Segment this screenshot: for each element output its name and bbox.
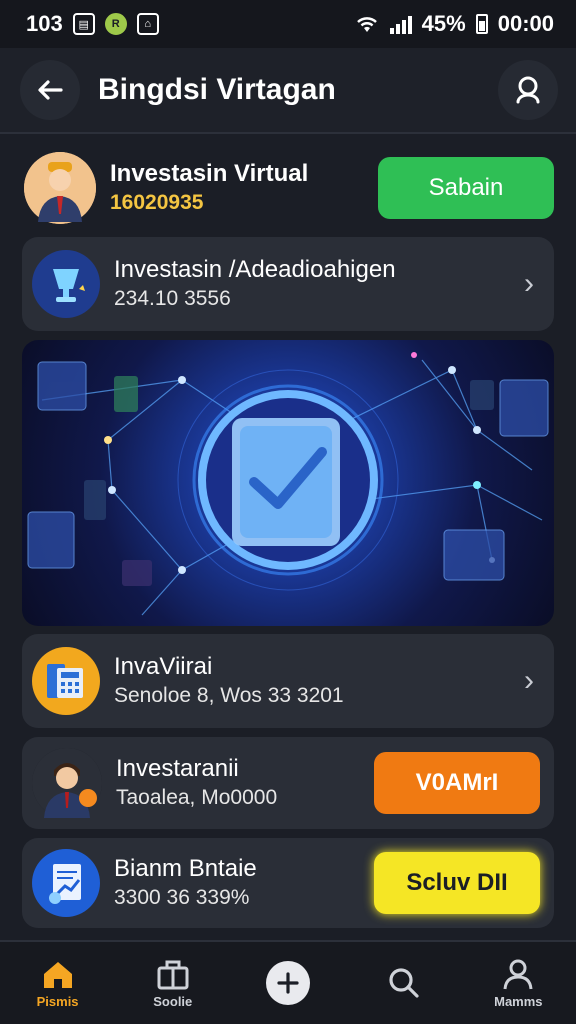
card-text: Investaranii Taoalea, Mo0000 (116, 754, 374, 812)
card-title: Investaranii (116, 755, 239, 782)
card-subtitle: 3300 36 339% (114, 886, 250, 909)
profile-text: Investasin Virtual 16020935 (110, 159, 378, 217)
chevron-right-icon: › (524, 664, 534, 697)
app-header: Bingdsi Virtagan (0, 48, 576, 134)
list-item[interactable]: InvaViirai Senoloe 8, Wos 33 3201 › (22, 634, 554, 728)
save-button[interactable]: Sabain (378, 157, 554, 219)
briefcase-icon (157, 960, 189, 989)
home-notification-icon: ⌂ (136, 13, 159, 35)
status-right: 45% 00:00 (354, 11, 554, 37)
card-text: Investasin /Adeadioahigen 234.10 3556 (114, 255, 524, 313)
card-subtitle: Taoalea, Mo0000 (116, 786, 278, 809)
profile-row: Investasin Virtual 16020935 Sabain (22, 146, 554, 230)
calculator-avatar (32, 647, 100, 715)
list-item[interactable]: Bianm Bntaie 3300 36 339% Scluv DII (22, 838, 554, 928)
hero-banner (22, 340, 554, 626)
businessman-avatar-icon (32, 748, 102, 818)
search-icon (516, 76, 540, 104)
clipboard-icon: ▤ (72, 13, 95, 35)
action-button[interactable]: Scluv DII (374, 852, 540, 914)
card-text: Bianm Bntaie 3300 36 339% (114, 854, 374, 912)
battery-icon (475, 14, 488, 34)
bottom-nav: Pismis Soolie Mamms (0, 940, 576, 1024)
home-icon (43, 961, 72, 988)
card-title: Bianm Bntaie (114, 855, 257, 882)
nav-search[interactable] (355, 965, 451, 1001)
nav-add[interactable] (240, 961, 336, 1005)
user-icon (503, 959, 533, 989)
avatar (24, 152, 96, 224)
status-left: 103 ▤ R ⌂ (26, 11, 159, 37)
nav-label: Pismis (36, 993, 79, 1009)
arrow-left-icon (38, 80, 63, 100)
app-notification-icon: R (104, 13, 127, 35)
list-item[interactable]: Investaranii Taoalea, Mo0000 V0AMrI (22, 737, 554, 829)
chevron-right-icon: › (524, 267, 534, 300)
trophy-icon (53, 269, 85, 302)
nav-label: Soolie (153, 993, 193, 1009)
card-subtitle: Senoloe 8, Wos 33 3201 (114, 684, 344, 707)
action-button[interactable]: V0AMrI (374, 752, 540, 814)
list-item[interactable]: Investasin /Adeadioahigen 234.10 3556 › (22, 237, 554, 331)
status-time: 103 (26, 11, 63, 36)
nav-profile[interactable]: Mamms (470, 958, 566, 1009)
profile-title: Investasin Virtual (110, 160, 309, 187)
nav-home[interactable]: Pismis (10, 958, 106, 1009)
wifi-icon (356, 17, 377, 32)
nav-portfolio[interactable]: Soolie (125, 958, 221, 1009)
search-icon (389, 968, 419, 998)
nav-label: Mamms (494, 993, 543, 1009)
chart-avatar (32, 849, 100, 917)
trophy-avatar (32, 250, 100, 318)
battery-percent: 45% (421, 11, 466, 36)
card-text: InvaViirai Senoloe 8, Wos 33 3201 (114, 652, 524, 710)
card-subtitle: 234.10 3556 (114, 287, 231, 310)
back-button[interactable] (20, 60, 80, 120)
signal-icon (389, 14, 412, 34)
document-chart-icon (49, 864, 81, 904)
search-button[interactable] (498, 60, 558, 120)
calculator-icon (47, 664, 83, 698)
person-avatar (32, 748, 102, 818)
card-title: InvaViirai (114, 653, 213, 680)
page-title: Bingdsi Virtagan (98, 73, 336, 106)
card-title: Investasin /Adeadioahigen (114, 256, 396, 283)
status-clock: 00:00 (497, 11, 554, 36)
plus-icon (265, 961, 310, 1005)
status-bar: 103 ▤ R ⌂ 45% 00:00 (0, 0, 576, 48)
businessman-avatar-icon (24, 152, 96, 224)
profile-value: 16020935 (110, 191, 204, 214)
verified-document-illustration (27, 352, 549, 616)
